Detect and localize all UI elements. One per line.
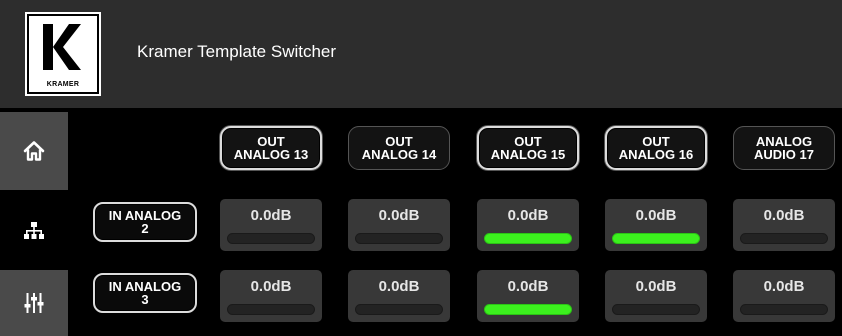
route-inactive-indicator (355, 233, 443, 244)
input-label-line2: 3 (141, 292, 149, 307)
crosspoint-cell[interactable]: 0.0dB (348, 270, 450, 322)
home-icon (23, 141, 45, 161)
sidebar-home-button[interactable] (0, 112, 68, 190)
gain-value: 0.0dB (763, 278, 805, 295)
output-label-line2: ANALOG 14 (361, 147, 437, 162)
route-active-indicator (484, 304, 572, 315)
crosspoint-cell[interactable]: 0.0dB (477, 270, 579, 322)
gain-value: 0.0dB (507, 278, 549, 295)
app-title: Kramer Template Switcher (137, 42, 337, 61)
crosspoint-cell[interactable]: 0.0dB (220, 270, 322, 322)
route-inactive-indicator (227, 233, 315, 244)
gain-value: 0.0dB (635, 207, 677, 224)
crosspoint-cell[interactable]: 0.0dB (605, 270, 707, 322)
gain-value: 0.0dB (763, 207, 805, 224)
logo-text: KRAMER (46, 81, 80, 88)
crosspoint-cell[interactable]: 0.0dB (220, 199, 322, 251)
output-label-line2: AUDIO 17 (754, 147, 814, 162)
route-active-indicator (484, 233, 572, 244)
output-button[interactable]: ANALOG AUDIO 17 (733, 126, 835, 170)
output-label-line2: ANALOG 15 (490, 147, 566, 162)
output-label-line2: ANALOG 13 (233, 147, 309, 162)
mixer-sliders-icon (24, 293, 44, 313)
output-button[interactable]: OUT ANALOG 16 (605, 126, 707, 170)
gain-value: 0.0dB (507, 207, 549, 224)
output-button[interactable]: OUT ANALOG 14 (348, 126, 450, 170)
header-bar: KRAMER Kramer Template Switcher (0, 0, 842, 108)
input-button[interactable]: IN ANALOG 2 (93, 202, 197, 242)
output-button[interactable]: OUT ANALOG 13 (220, 126, 322, 170)
kramer-logo: KRAMER (27, 14, 99, 94)
route-active-indicator (612, 233, 700, 244)
output-label-line2: ANALOG 16 (618, 147, 694, 162)
crosspoint-cell[interactable]: 0.0dB (477, 199, 579, 251)
route-inactive-indicator (355, 304, 443, 315)
sidebar-mixer-button[interactable] (0, 270, 68, 336)
input-label-line2: 2 (141, 221, 149, 236)
gain-value: 0.0dB (635, 278, 677, 295)
route-inactive-indicator (227, 304, 315, 315)
output-button[interactable]: OUT ANALOG 15 (477, 126, 579, 170)
crosspoint-cell[interactable]: 0.0dB (605, 199, 707, 251)
network-icon (24, 221, 44, 239)
gain-value: 0.0dB (250, 278, 292, 295)
route-inactive-indicator (740, 304, 828, 315)
input-button[interactable]: IN ANALOG 3 (93, 273, 197, 313)
gain-value: 0.0dB (378, 278, 420, 295)
gain-value: 0.0dB (378, 207, 420, 224)
gain-value: 0.0dB (250, 207, 292, 224)
sidebar-network-button[interactable] (0, 197, 68, 264)
route-inactive-indicator (740, 233, 828, 244)
crosspoint-cell[interactable]: 0.0dB (733, 199, 835, 251)
route-inactive-indicator (612, 304, 700, 315)
crosspoint-cell[interactable]: 0.0dB (348, 199, 450, 251)
crosspoint-cell[interactable]: 0.0dB (733, 270, 835, 322)
